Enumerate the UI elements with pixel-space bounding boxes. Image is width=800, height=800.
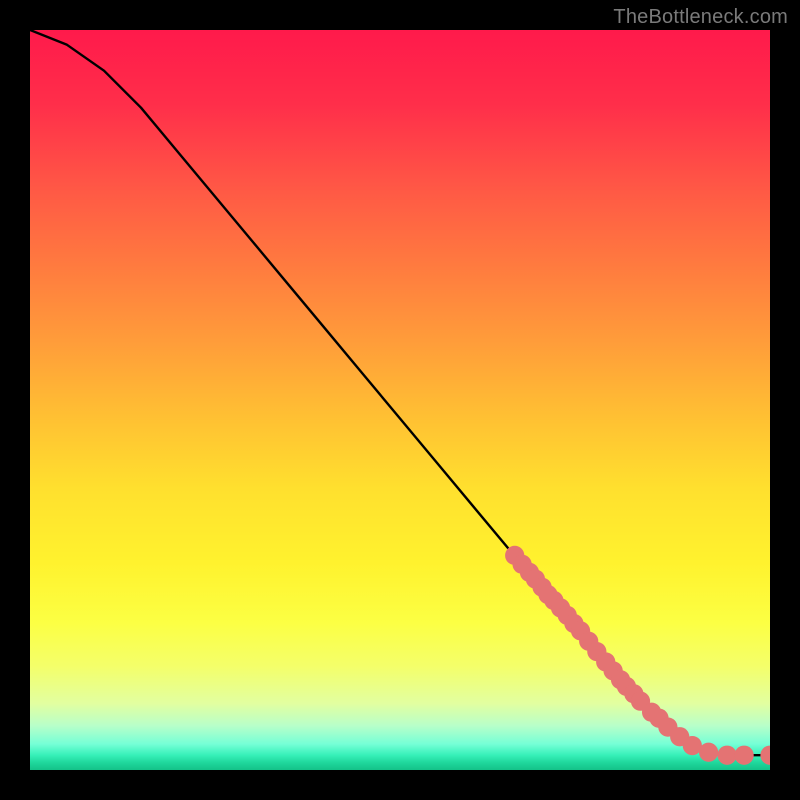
plot-area: [30, 30, 770, 770]
marker-dot: [699, 743, 718, 762]
marker-group: [505, 546, 770, 765]
chart-stage: TheBottleneck.com: [0, 0, 800, 800]
curve-line: [30, 30, 770, 755]
marker-dot: [717, 746, 736, 765]
curve-layer: [30, 30, 770, 770]
marker-dot: [760, 746, 770, 765]
watermark-text: TheBottleneck.com: [613, 6, 788, 29]
marker-dot: [734, 746, 753, 765]
